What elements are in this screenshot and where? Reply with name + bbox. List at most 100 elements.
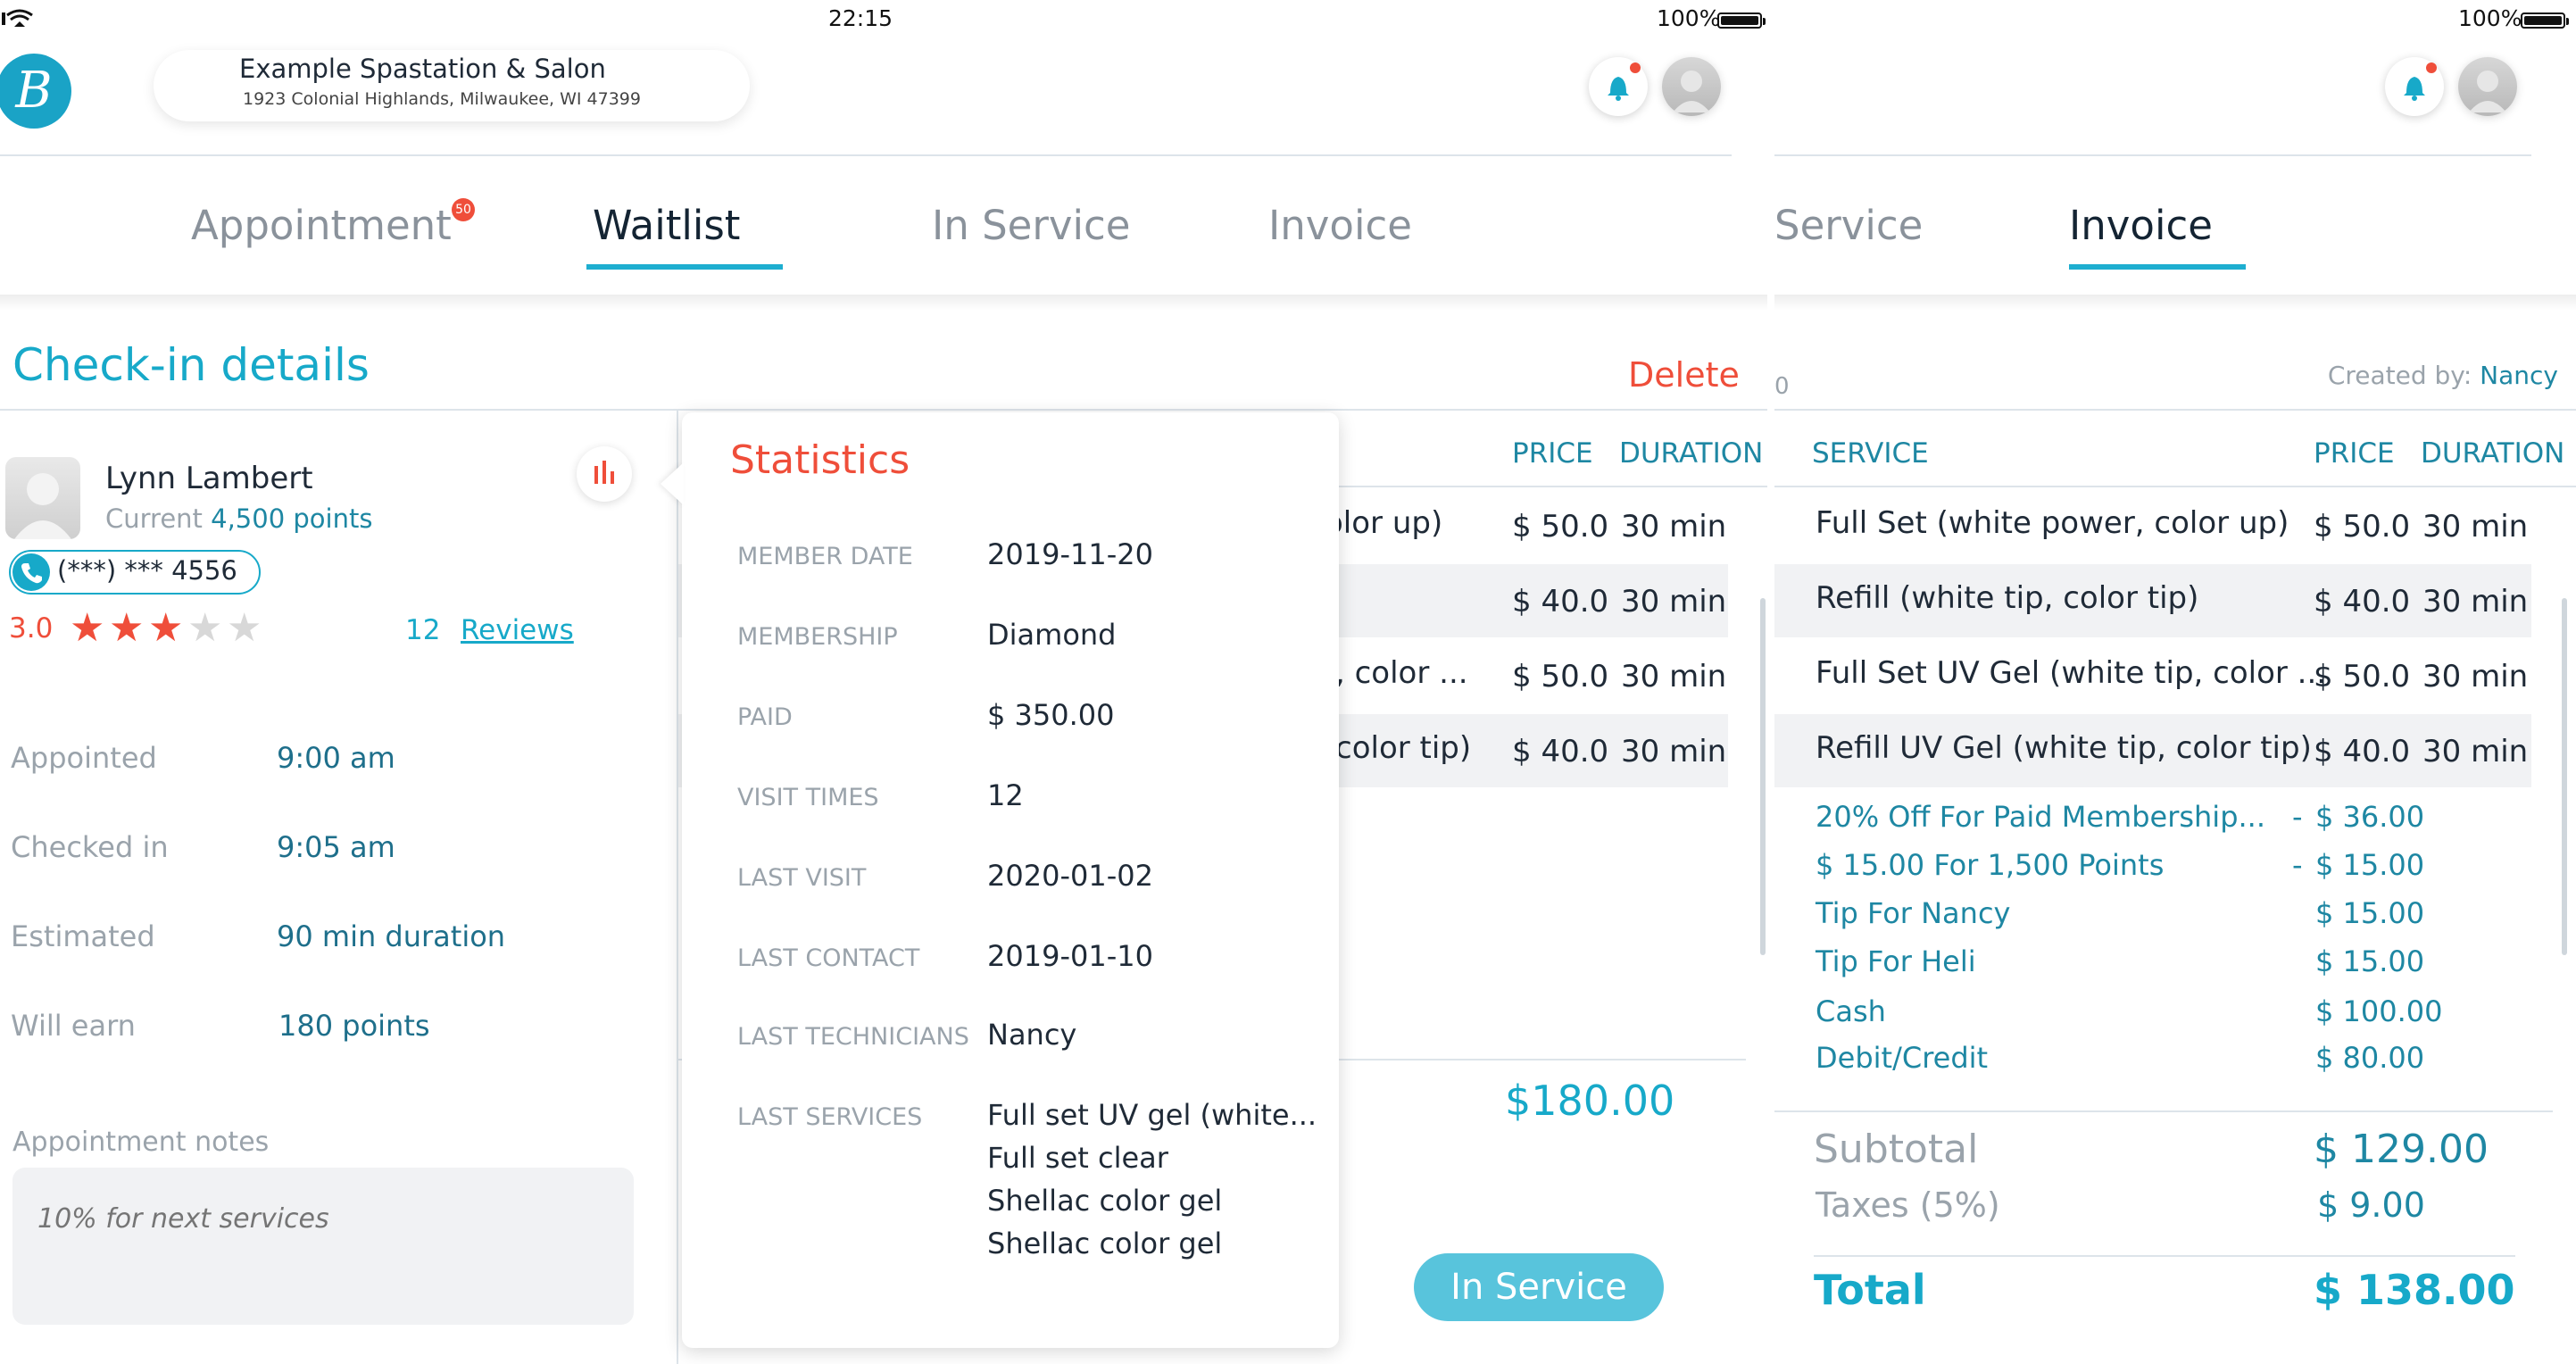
col-header-service: SERVICE bbox=[1812, 437, 1929, 470]
tab-appointment[interactable]: Appointment bbox=[191, 202, 452, 249]
in-service-button[interactable]: In Service bbox=[1414, 1253, 1664, 1321]
invoice-service-name: Refill UV Gel (white tip, color tip) bbox=[1816, 730, 2312, 766]
notification-dot bbox=[2426, 62, 2437, 73]
adjustment-sign: - bbox=[2292, 800, 2303, 834]
taxes-value: $ 9.00 bbox=[2317, 1185, 2425, 1225]
detail-value: 180 points bbox=[278, 1009, 430, 1043]
services-total: $180.00 bbox=[1505, 1077, 1675, 1125]
invoice-service-name: Full Set UV Gel (white tip, color ... bbox=[1816, 655, 2327, 691]
popover-arrow bbox=[661, 462, 684, 505]
stat-value: 2020-01-02 bbox=[987, 859, 1153, 893]
service-name: , color ... bbox=[1335, 655, 1468, 691]
reviews-link[interactable]: Reviews bbox=[461, 614, 574, 646]
invoice-service-duration: 30 min bbox=[2422, 509, 2529, 545]
user-avatar[interactable] bbox=[2458, 57, 2517, 116]
stat-label: PAID bbox=[737, 703, 793, 731]
invoice-service-name: Refill (white tip, color tip) bbox=[1816, 580, 2199, 616]
invoice-number: 0 bbox=[1774, 373, 1790, 400]
stat-value: 12 bbox=[987, 778, 1024, 812]
salon-card[interactable]: Example Spastation & Salon 1923 Colonial… bbox=[154, 50, 750, 121]
service-duration: 30 min bbox=[1621, 584, 1727, 620]
stat-value: 2019-01-10 bbox=[987, 939, 1153, 973]
phone-icon bbox=[12, 553, 50, 591]
service-price: $ 50.0 bbox=[1512, 509, 1609, 545]
stat-label: VISIT TIMES bbox=[737, 784, 879, 811]
tab-in-service[interactable]: In Service bbox=[932, 202, 1130, 249]
points-prefix: Current bbox=[105, 503, 203, 534]
tab-waitlist[interactable]: Waitlist bbox=[593, 202, 740, 249]
adjustment-amount: $ 36.00 bbox=[2315, 800, 2425, 834]
adjustment-sign: - bbox=[2292, 848, 2303, 882]
service-price: $ 40.0 bbox=[1512, 584, 1609, 620]
detail-label: Checked in bbox=[11, 830, 169, 864]
app-logo[interactable]: B bbox=[0, 54, 71, 129]
stat-value: 2019-11-20 bbox=[987, 537, 1153, 571]
customer-points: Current 4,500 points bbox=[105, 503, 372, 534]
stat-value: Full set UV gel (white... bbox=[987, 1098, 1317, 1132]
invoice-service-price: $ 50.0 bbox=[2314, 659, 2411, 694]
star-icon-filled: ★ bbox=[109, 605, 145, 651]
customer-name: Lynn Lambert bbox=[105, 461, 313, 496]
invoice-service-price: $ 50.0 bbox=[2314, 509, 2411, 545]
detail-value: 9:00 am bbox=[277, 741, 395, 775]
points-value: 4,500 points bbox=[211, 503, 373, 534]
notes-input[interactable] bbox=[12, 1168, 634, 1325]
adjustment-amount: $ 15.00 bbox=[2315, 944, 2425, 978]
subtotal-value: $ 129.00 bbox=[2314, 1127, 2489, 1172]
stat-value: $ 350.00 bbox=[987, 698, 1115, 732]
tab-invoice[interactable]: Invoice bbox=[2069, 202, 2213, 249]
delete-button[interactable]: Delete bbox=[1628, 355, 1740, 395]
battery-icon bbox=[1717, 12, 1766, 29]
stat-value: Full set clear bbox=[987, 1141, 1168, 1175]
scrollbar[interactable] bbox=[1760, 598, 1766, 955]
reviews-count: 12 bbox=[405, 614, 441, 646]
scrollbar[interactable] bbox=[2562, 598, 2567, 955]
right-screen: 100% Service Invoice 0 Created by: Nancy… bbox=[1774, 0, 2576, 1364]
adjustment-amount: $ 80.00 bbox=[2315, 1041, 2425, 1075]
star-icon-empty: ★ bbox=[187, 605, 223, 651]
stat-label: MEMBER DATE bbox=[737, 543, 913, 570]
detail-value: 90 min duration bbox=[277, 919, 506, 953]
statistics-button[interactable] bbox=[577, 446, 632, 502]
service-name: olor up) bbox=[1325, 505, 1443, 541]
adjustment-label: 20% Off For Paid Membership... bbox=[1816, 800, 2266, 834]
stat-value: Nancy bbox=[987, 1018, 1077, 1052]
notification-button[interactable] bbox=[1589, 57, 1648, 116]
created-by-label: Created by: bbox=[2327, 361, 2472, 390]
user-avatar[interactable] bbox=[1662, 57, 1721, 116]
statistics-title: Statistics bbox=[730, 437, 910, 483]
tab-in-service[interactable]: Service bbox=[1774, 202, 1923, 249]
stat-label: LAST CONTACT bbox=[737, 944, 920, 972]
invoice-service-duration: 30 min bbox=[2422, 659, 2529, 694]
battery-icon bbox=[2521, 12, 2569, 29]
adjustment-amount: $ 15.00 bbox=[2315, 848, 2425, 882]
wifi-icon bbox=[2, 9, 37, 30]
detail-label: Appointed bbox=[11, 741, 157, 775]
phone-chip[interactable]: (***) *** 4556 bbox=[9, 550, 261, 595]
appointment-badge: 50 bbox=[452, 198, 475, 221]
left-screen: 22:15 100% B Example Spastation & Salon … bbox=[0, 0, 1767, 1364]
adjustment-label: Debit/Credit bbox=[1816, 1041, 1989, 1075]
star-icon-empty: ★ bbox=[227, 605, 262, 651]
invoice-service-duration: 30 min bbox=[2422, 584, 2529, 620]
service-duration: 30 min bbox=[1621, 659, 1727, 694]
adjustment-amount: $ 100.00 bbox=[2315, 994, 2443, 1028]
rating-value: 3.0 bbox=[9, 612, 54, 645]
tab-invoice[interactable]: Invoice bbox=[1268, 202, 1412, 249]
stat-label: LAST SERVICES bbox=[737, 1103, 923, 1131]
invoice-service-name: Full Set (white power, color up) bbox=[1816, 505, 2289, 541]
col-header-duration: DURATION bbox=[2421, 437, 2565, 470]
total-label: Total bbox=[1814, 1266, 1926, 1314]
col-header-price: PRICE bbox=[1512, 437, 1593, 470]
taxes-label: Taxes (5%) bbox=[1816, 1185, 2000, 1225]
col-header-price: PRICE bbox=[2314, 437, 2395, 470]
stat-label: MEMBERSHIP bbox=[737, 623, 898, 651]
customer-photo bbox=[5, 457, 80, 539]
notification-button[interactable] bbox=[2385, 57, 2444, 116]
created-by-name: Nancy bbox=[2480, 361, 2558, 390]
stat-value: Shellac color gel bbox=[987, 1227, 1223, 1260]
invoice-service-duration: 30 min bbox=[2422, 734, 2529, 769]
salon-address: 1923 Colonial Highlands, Milwaukee, WI 4… bbox=[243, 89, 641, 109]
phone-number: (***) *** 4556 bbox=[57, 555, 237, 586]
status-time: 22:15 bbox=[828, 5, 893, 31]
